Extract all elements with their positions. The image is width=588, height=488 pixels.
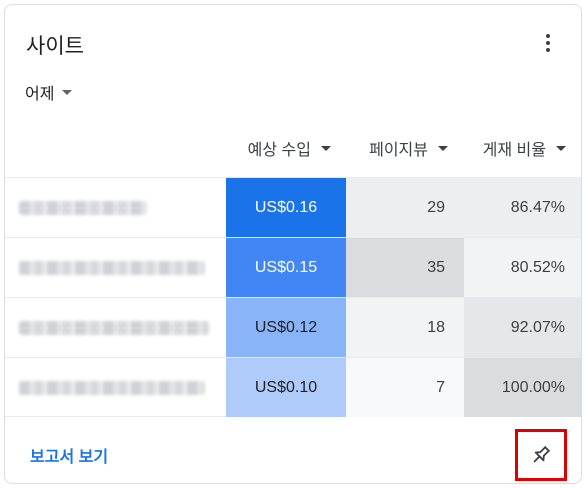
column-header-label: 게재 비율 bbox=[482, 142, 546, 159]
site-name-blurred bbox=[19, 178, 224, 237]
table-row[interactable]: US$0.12 18 92.07% bbox=[5, 297, 581, 357]
table-row[interactable]: US$0.10 7 100.00% bbox=[5, 357, 581, 417]
earnings-cell: US$0.16 bbox=[226, 178, 346, 237]
column-header-label: 페이지뷰 bbox=[369, 142, 428, 159]
site-name-blurred bbox=[19, 358, 224, 417]
earnings-cell: US$0.10 bbox=[226, 358, 346, 417]
column-header-pageviews[interactable]: 페이지뷰 bbox=[346, 136, 448, 160]
view-report-link[interactable]: 보고서 보기 bbox=[30, 443, 108, 467]
fill-rate-cell: 80.52% bbox=[464, 238, 581, 297]
caret-down-icon bbox=[62, 89, 73, 95]
date-range-dropdown[interactable]: 어제 bbox=[25, 80, 73, 104]
caret-down-icon bbox=[438, 145, 448, 151]
pageviews-cell: 18 bbox=[346, 298, 464, 357]
more-vert-icon-dot bbox=[546, 48, 550, 52]
column-header-fill-rate[interactable]: 게재 비율 bbox=[464, 136, 566, 160]
site-name-blurred bbox=[19, 298, 224, 357]
more-options-button[interactable] bbox=[536, 31, 560, 55]
sites-card: 사이트 어제 예상 수입 페이지뷰 게재 비율 US$0.16 29 86.47… bbox=[4, 4, 582, 484]
fill-rate-cell: 86.47% bbox=[464, 178, 581, 237]
fill-rate-cell: 92.07% bbox=[464, 298, 581, 357]
column-header-earnings[interactable]: 예상 수입 bbox=[226, 136, 331, 160]
earnings-cell: US$0.15 bbox=[226, 238, 346, 297]
more-vert-icon bbox=[546, 34, 550, 38]
caret-down-icon bbox=[321, 145, 331, 151]
card-title: 사이트 bbox=[26, 35, 84, 58]
column-header-label: 예상 수입 bbox=[247, 142, 311, 159]
pageviews-cell: 35 bbox=[346, 238, 464, 297]
earnings-cell: US$0.12 bbox=[226, 298, 346, 357]
pin-button[interactable] bbox=[515, 429, 567, 481]
pageviews-cell: 29 bbox=[346, 178, 464, 237]
sites-table: US$0.16 29 86.47% US$0.15 35 80.52% US$0… bbox=[5, 177, 581, 417]
pageviews-cell: 7 bbox=[346, 358, 464, 417]
caret-down-icon bbox=[556, 145, 566, 151]
site-name-blurred bbox=[19, 238, 224, 297]
pin-icon bbox=[533, 445, 551, 463]
fill-rate-cell: 100.00% bbox=[464, 358, 581, 417]
table-row[interactable]: US$0.16 29 86.47% bbox=[5, 177, 581, 237]
date-range-label: 어제 bbox=[25, 86, 55, 103]
more-vert-icon-dot bbox=[546, 41, 550, 45]
table-row[interactable]: US$0.15 35 80.52% bbox=[5, 237, 581, 297]
